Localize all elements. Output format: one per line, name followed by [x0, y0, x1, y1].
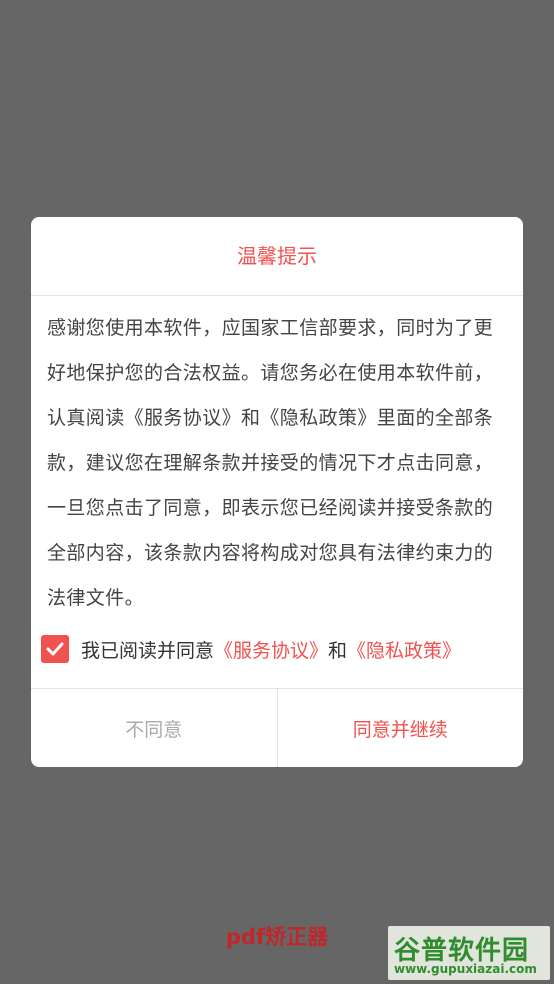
agreement-prefix: 我已阅读并同意 — [81, 639, 215, 662]
agreement-row: 我已阅读并同意 《服务协议》 和 《隐私政策》 — [41, 629, 461, 669]
checkmark-icon — [46, 642, 64, 656]
dialog-title: 温馨提示 — [31, 217, 523, 296]
watermark-url: www.gupuxiazai.com — [394, 962, 537, 976]
dialog-footer: 不同意 同意并继续 — [31, 688, 523, 767]
agree-continue-button[interactable]: 同意并继续 — [278, 689, 524, 767]
dialog-message: 感谢您使用本软件，应国家工信部要求，同时为了更好地保护您的合法权益。请您务必在使… — [47, 317, 494, 609]
privacy-policy-link[interactable]: 《隐私政策》 — [347, 636, 461, 663]
agreement-checkbox[interactable] — [41, 635, 69, 663]
site-watermark: 谷普软件园 www.gupuxiazai.com — [388, 926, 550, 980]
disagree-button[interactable]: 不同意 — [31, 689, 278, 767]
agreement-connector: 和 — [328, 639, 348, 662]
privacy-dialog: 温馨提示 感谢您使用本软件，应国家工信部要求，同时为了更好地保护您的合法权益。请… — [31, 217, 523, 767]
service-agreement-link[interactable]: 《服务协议》 — [214, 636, 328, 663]
